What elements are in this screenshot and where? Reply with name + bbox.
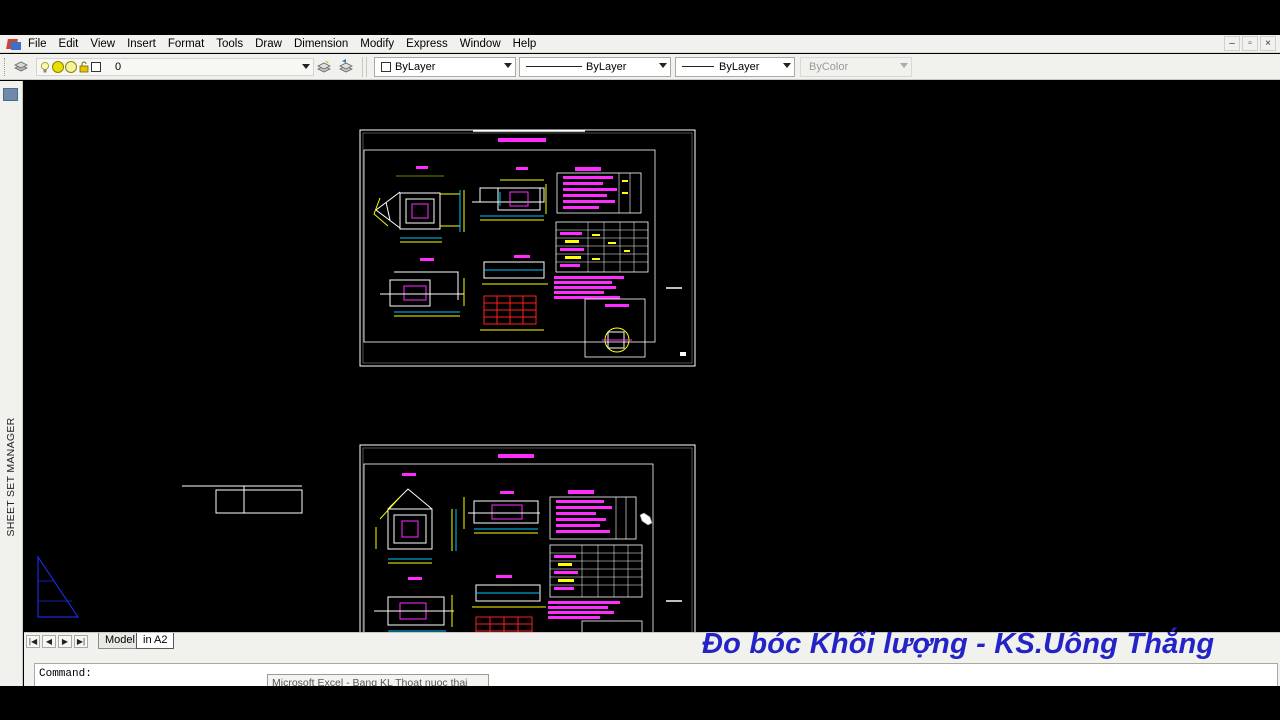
last-tab-button[interactable]: ▶|: [74, 635, 88, 648]
command-window: Command:: [24, 661, 1280, 686]
plot-style-value: ByColor: [809, 61, 849, 73]
drawing-canvas[interactable]: [24, 81, 1280, 632]
linetype-sample: [526, 66, 582, 67]
quantity-table-2: [549, 544, 643, 598]
color-value: ByLayer: [395, 61, 436, 73]
command-line[interactable]: Command:: [34, 663, 1278, 686]
sheet-set-manager-palette[interactable]: SHEET SET MANAGER: [0, 81, 23, 686]
chevron-down-icon: [504, 63, 512, 68]
menu-help[interactable]: Help: [507, 35, 543, 53]
palette-properties-icon[interactable]: [3, 88, 18, 101]
toolbar-grip[interactable]: [4, 58, 7, 76]
window-controls: – ▫ ×: [1224, 36, 1276, 51]
menu-draw[interactable]: Draw: [249, 35, 288, 53]
toolbar-separator: [362, 57, 363, 77]
sun-icon[interactable]: [52, 61, 64, 73]
lightbulb-icon[interactable]: [39, 61, 51, 75]
lock-icon[interactable]: [78, 61, 90, 73]
lineweight-sample: [682, 66, 714, 67]
menu-bar: File Edit View Insert Format Tools Draw …: [0, 35, 1280, 53]
quantity-table-1: [556, 167, 642, 214]
hand-cursor-icon: [639, 512, 653, 526]
section-view-bottom: [380, 258, 465, 317]
layout-sheet-2[interactable]: [359, 444, 696, 632]
freeze-vp-icon[interactable]: [65, 61, 77, 73]
linetype-control-dropdown[interactable]: ByLayer: [519, 57, 671, 77]
app-icon[interactable]: [6, 37, 22, 51]
ucs-icon: [37, 555, 80, 618]
notes-block: [554, 276, 624, 299]
close-button[interactable]: ×: [1260, 36, 1276, 51]
layer-previous-icon[interactable]: [338, 59, 354, 75]
plan-view: [373, 166, 465, 243]
plot-style-control-dropdown[interactable]: ByColor: [800, 57, 912, 77]
section-view-top: [472, 167, 547, 221]
chevron-down-icon: [302, 64, 310, 69]
layer-dropdown[interactable]: 0: [36, 58, 314, 76]
lineweight-value: ByLayer: [719, 61, 760, 73]
menu-file[interactable]: File: [26, 35, 53, 53]
first-tab-button[interactable]: |◀: [26, 635, 40, 648]
sheet-title-bar: [498, 138, 546, 142]
menu-tools[interactable]: Tools: [210, 35, 249, 53]
menu-express[interactable]: Express: [400, 35, 454, 53]
sheet-set-manager-label: SHEET SET MANAGER: [5, 417, 17, 537]
rebar-detail: [472, 575, 546, 632]
watermark-text: Đo bóc Khối lượng - KS.Uông Thắng: [702, 628, 1215, 660]
drawing-viewport[interactable]: [24, 81, 1280, 632]
chevron-down-icon: [659, 63, 667, 68]
tab-in-a2[interactable]: in A2: [136, 633, 175, 649]
section-view-bottom: [374, 577, 454, 632]
minimize-button[interactable]: –: [1224, 36, 1240, 51]
prev-tab-button[interactable]: ◀: [42, 635, 56, 648]
layers-properties-toolbar: 0 ByLayer ByLayer ByLayer ByColor: [0, 54, 1280, 80]
color-control-dropdown[interactable]: ByLayer: [374, 57, 516, 77]
bottom-black-band: [0, 686, 1280, 720]
rebar-detail: [480, 255, 548, 331]
current-layer-name: 0: [115, 61, 122, 73]
command-prompt: Command:: [39, 668, 92, 680]
layer-color-swatch: [91, 62, 101, 72]
taskbar-tooltip: Microsoft Excel - Bang KL Thoat nuoc tha…: [267, 674, 489, 686]
menu-edit[interactable]: Edit: [53, 35, 85, 53]
make-object-layer-current-icon[interactable]: [316, 59, 332, 75]
chevron-down-icon: [783, 63, 791, 68]
stray-geometry: [182, 485, 303, 514]
menu-insert[interactable]: Insert: [121, 35, 162, 53]
quantity-table-1: [549, 490, 637, 540]
key-plan: [581, 620, 643, 632]
sheet-title-bar: [498, 454, 534, 458]
menu-window[interactable]: Window: [454, 35, 507, 53]
linetype-value: ByLayer: [586, 61, 627, 73]
menu-format[interactable]: Format: [162, 35, 210, 53]
next-tab-button[interactable]: ▶: [58, 635, 72, 648]
color-swatch: [381, 62, 391, 72]
layer-state-icons: [39, 61, 101, 75]
lineweight-control-dropdown[interactable]: ByLayer: [675, 57, 795, 77]
toolbar-separator: [366, 57, 367, 77]
quantity-table-2: [555, 221, 649, 273]
notes-block: [548, 601, 620, 619]
key-plan: [584, 298, 646, 358]
menu-view[interactable]: View: [84, 35, 121, 53]
taskbar-tooltip-text: Microsoft Excel - Bang KL Thoat nuoc tha…: [272, 677, 468, 686]
menu-dimension[interactable]: Dimension: [288, 35, 354, 53]
plan-view: [375, 473, 457, 564]
section-view-top: [463, 491, 540, 534]
top-black-band: [0, 0, 1280, 35]
restore-button[interactable]: ▫: [1242, 36, 1258, 51]
layer-manager-icon[interactable]: [13, 59, 29, 75]
layout-sheet-1[interactable]: [359, 129, 696, 367]
chevron-down-icon: [900, 63, 908, 68]
menu-modify[interactable]: Modify: [354, 35, 400, 53]
